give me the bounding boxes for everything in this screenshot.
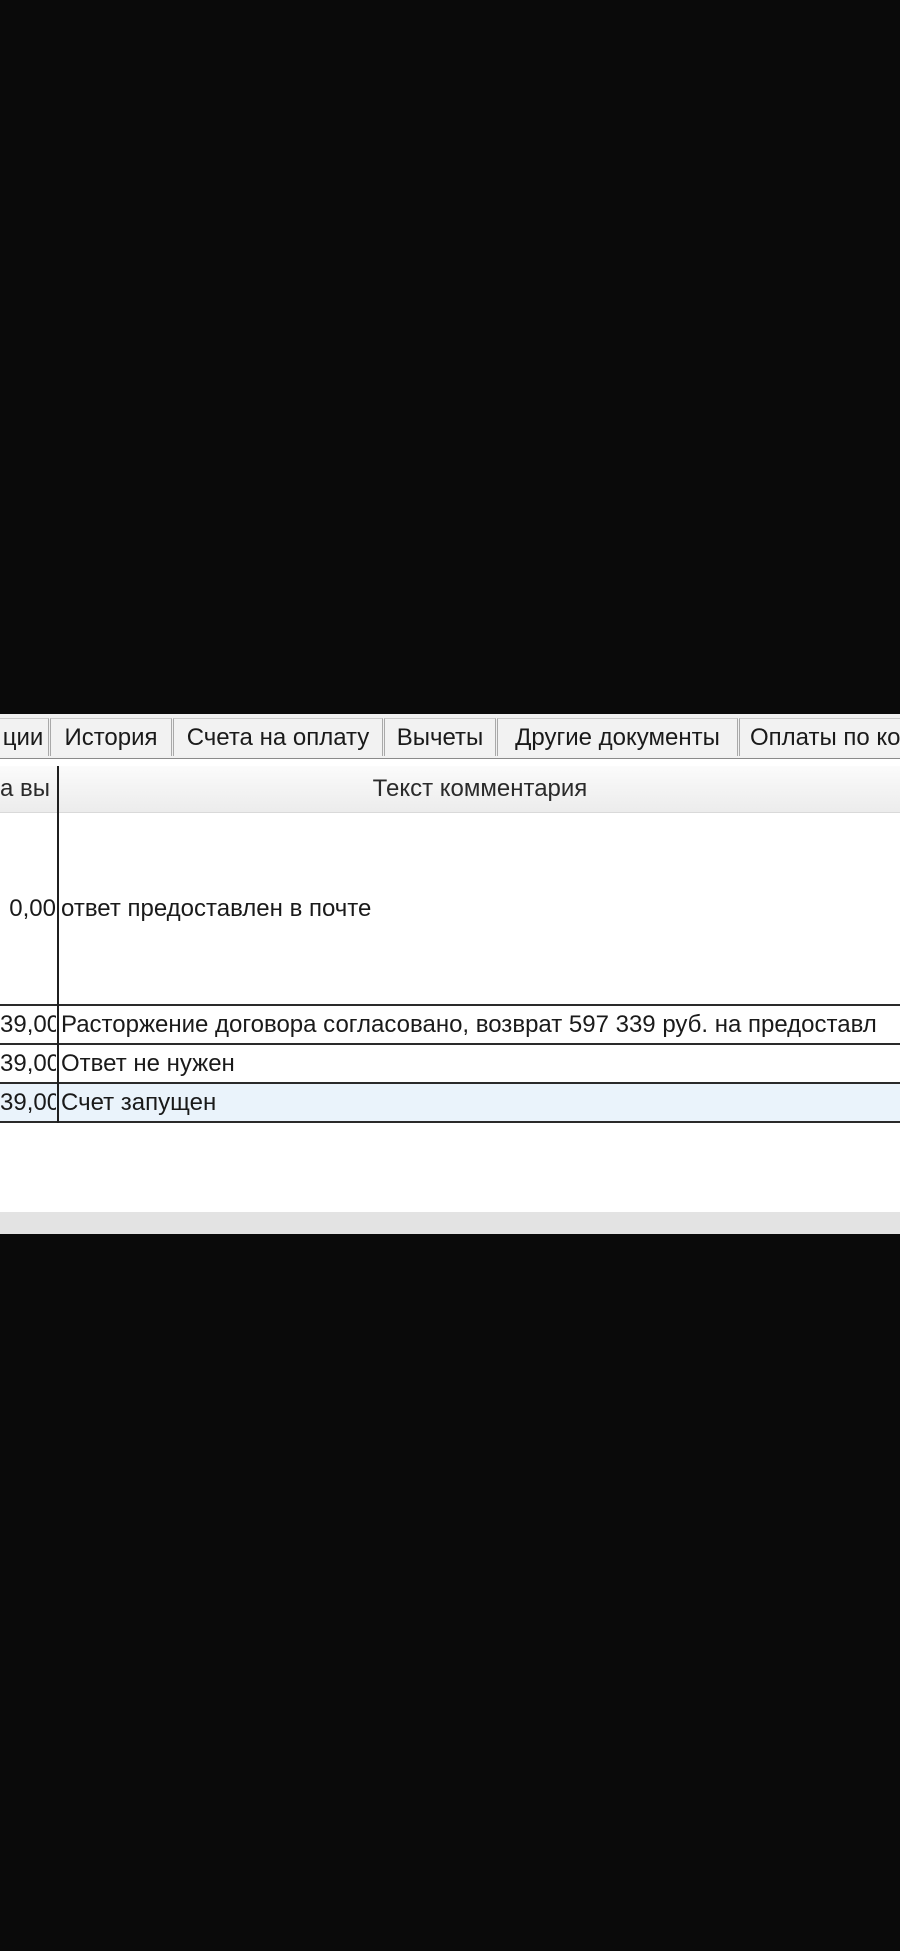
- amount-cell: 39,00: [0, 1011, 56, 1038]
- comment-cell: ответ предоставлен в почте: [61, 895, 372, 922]
- table-row[interactable]: 39,00 Ответ не нужен: [0, 1045, 900, 1082]
- amount-cell: 0,00: [9, 895, 56, 922]
- column-header-amount[interactable]: а вы: [0, 766, 56, 812]
- document-grid-panel: ции История Счета на оплату Вычеты Други…: [0, 714, 900, 1234]
- tab-contract-payments[interactable]: Оплаты по ко: [739, 718, 900, 756]
- table-header-row: а вы Текст комментария: [0, 766, 900, 813]
- amount-cell: 39,00: [0, 1089, 56, 1116]
- table-row-selected[interactable]: 39,00 Счет запущен: [0, 1084, 900, 1121]
- empty-grid-area: [0, 1123, 900, 1212]
- table-row[interactable]: 39,00 Расторжение договора согласовано, …: [0, 1006, 900, 1043]
- comment-cell: Ответ не нужен: [61, 1050, 235, 1077]
- amount-cell: 39,00: [0, 1050, 56, 1077]
- tab-other-documents[interactable]: Другие документы: [497, 718, 738, 756]
- comment-cell: Счет запущен: [61, 1089, 217, 1116]
- tab-operations[interactable]: ции: [0, 718, 49, 756]
- column-header-comment-text[interactable]: Текст комментария: [60, 766, 900, 812]
- column-divider[interactable]: [57, 766, 59, 1123]
- tab-bar: ции История Счета на оплату Вычеты Други…: [0, 714, 900, 759]
- comment-cell: Расторжение договора согласовано, возвра…: [61, 1011, 877, 1038]
- tab-history[interactable]: История: [50, 718, 172, 756]
- table-row[interactable]: 0,00 ответ предоставлен в почте: [0, 814, 900, 1004]
- horizontal-scrollbar[interactable]: [0, 1212, 900, 1234]
- tab-deductions[interactable]: Вычеты: [384, 718, 496, 756]
- tab-invoices[interactable]: Счета на оплату: [173, 718, 383, 756]
